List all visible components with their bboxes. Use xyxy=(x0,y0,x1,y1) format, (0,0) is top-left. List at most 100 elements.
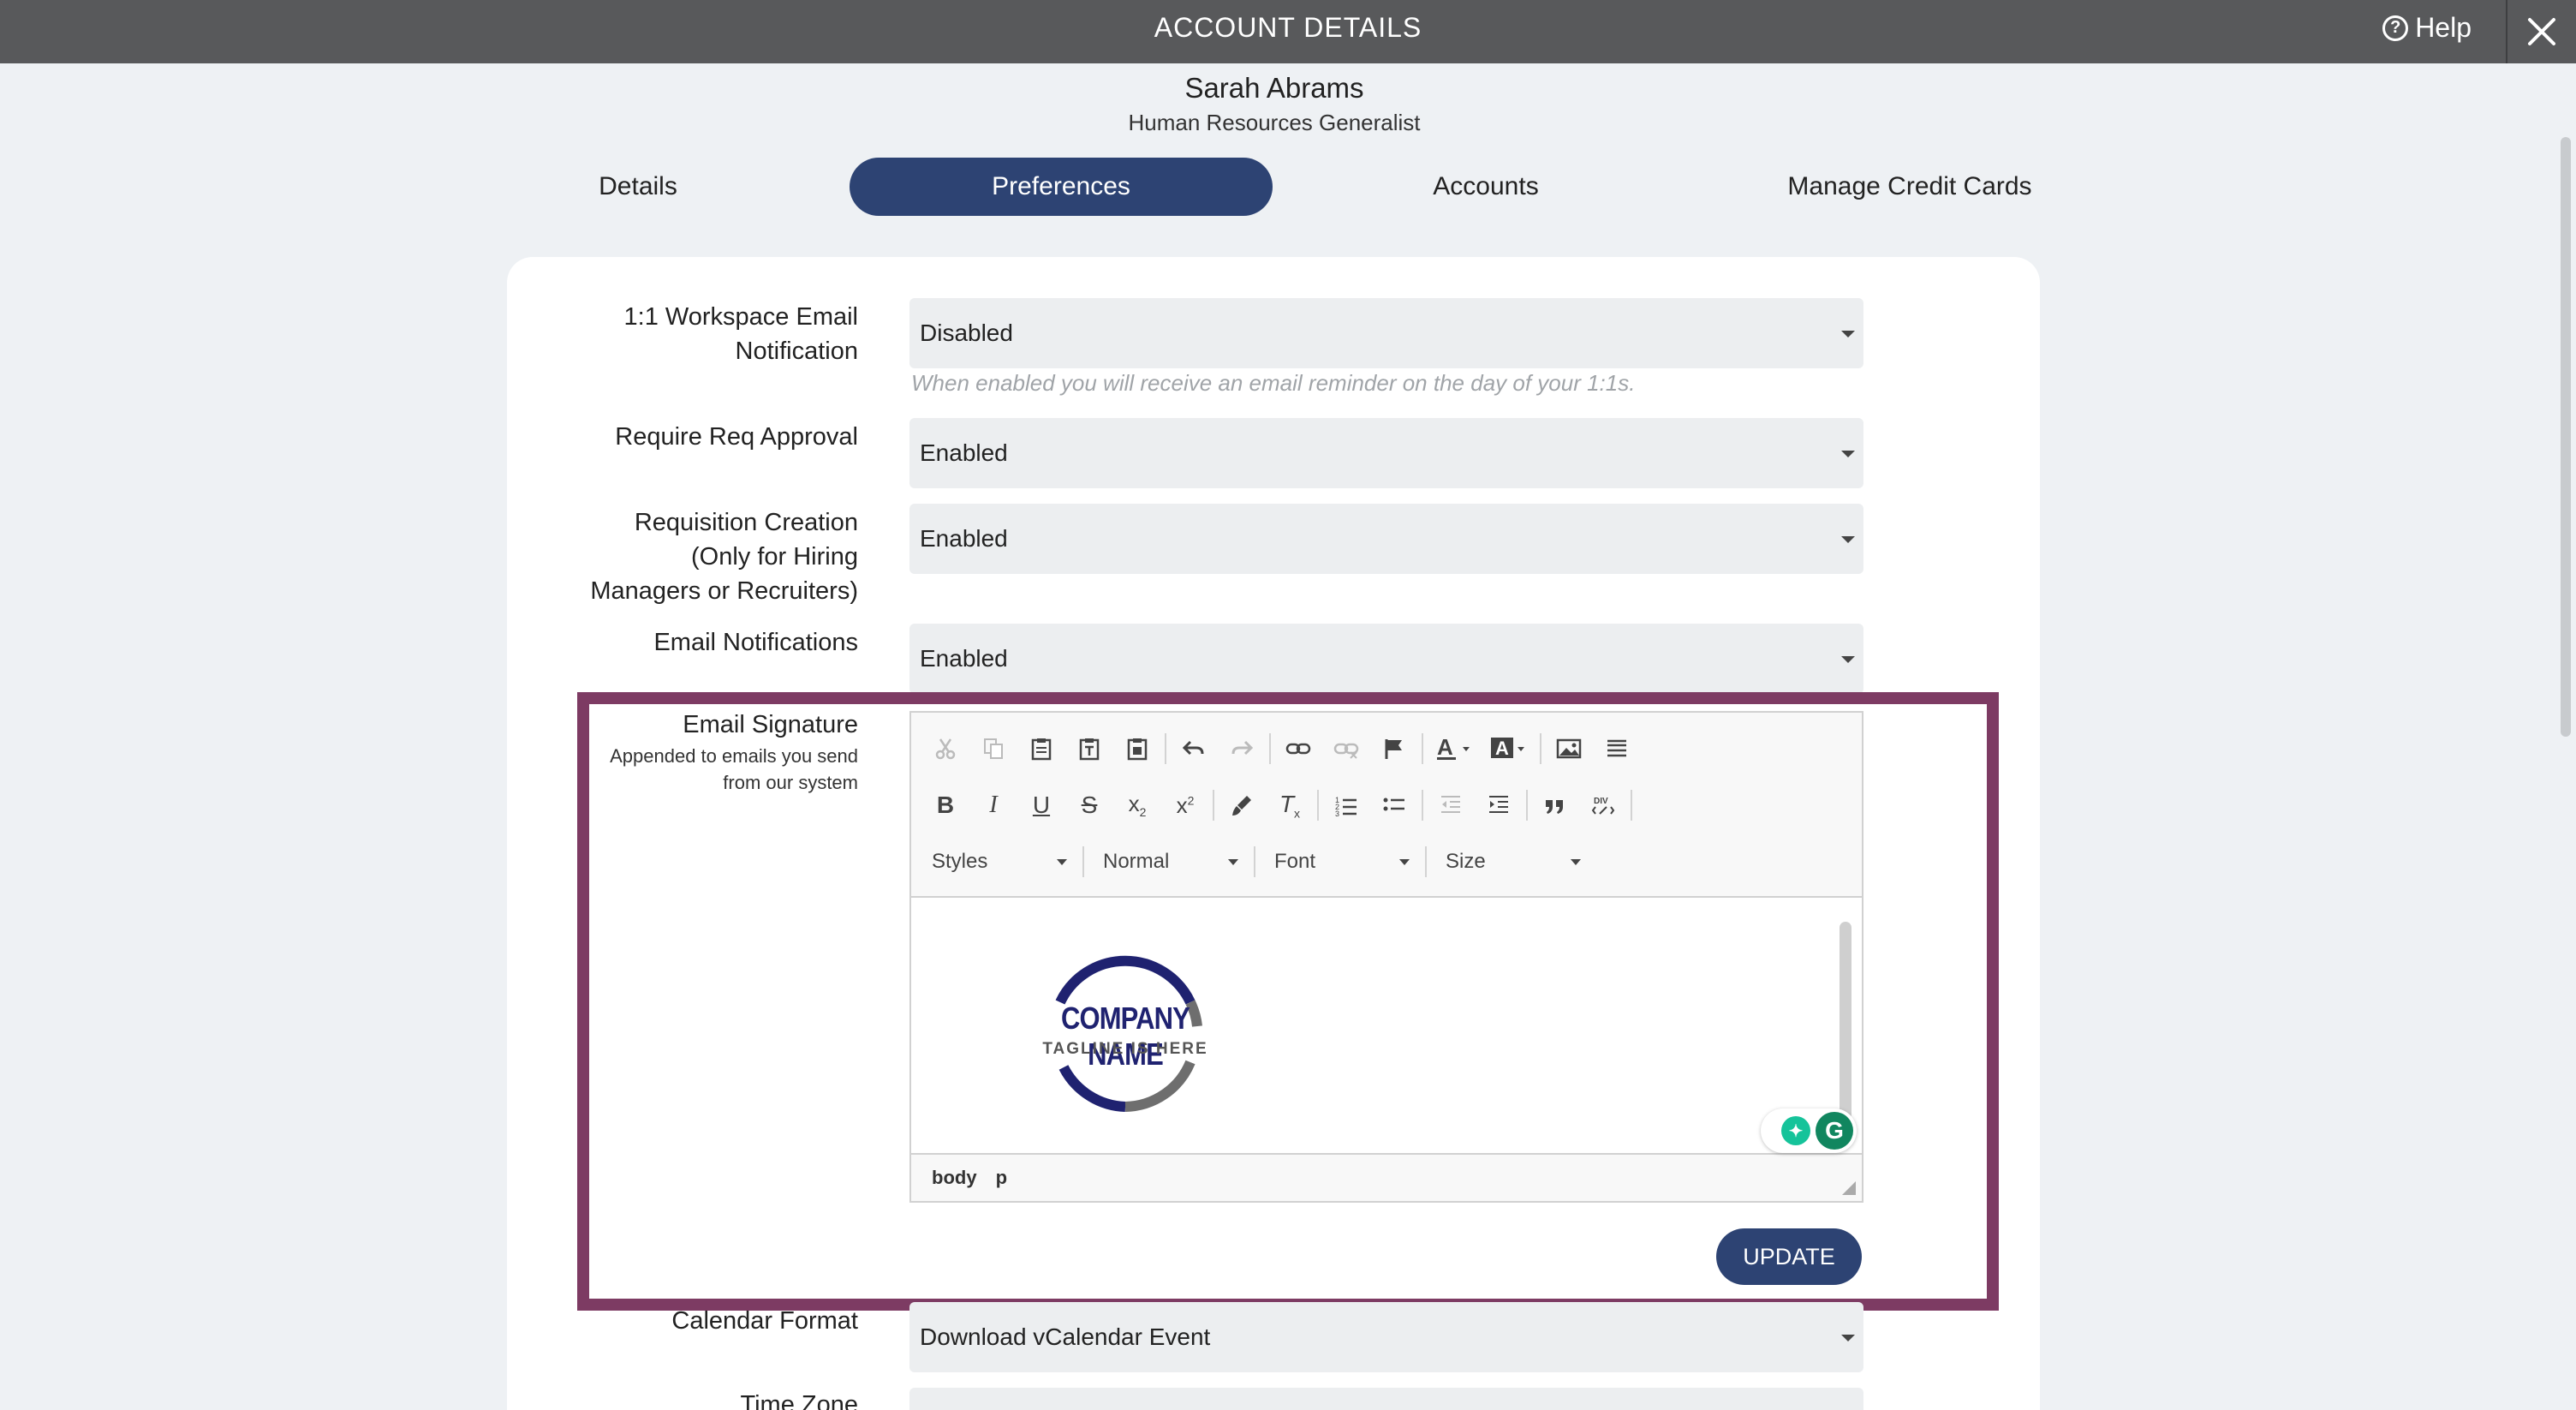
unlink-button[interactable] xyxy=(1322,725,1370,773)
cut-button[interactable] xyxy=(921,725,969,773)
superscript-button[interactable]: x2 xyxy=(1161,781,1209,829)
calendar-format-label: Calendar Format xyxy=(671,1307,858,1335)
signature-content-area[interactable]: COMPANY NAME TAGLINE IS HERE ✦ G xyxy=(911,896,1862,1155)
select-value: Enabled xyxy=(920,525,1008,552)
format-combo[interactable]: Normal xyxy=(1088,838,1250,886)
bold-icon: B xyxy=(936,792,955,818)
div-container-icon: DIV xyxy=(1591,797,1615,815)
toolbar-row: Styles Normal Font Size xyxy=(916,838,1593,886)
company-logo[interactable]: COMPANY NAME TAGLINE IS HERE xyxy=(1023,951,1228,1114)
toolbar-row: A A xyxy=(921,725,1641,773)
requisition-creation-select[interactable]: Enabled xyxy=(909,504,1863,574)
select-value: Enabled xyxy=(920,439,1008,466)
tab-accounts[interactable]: Accounts xyxy=(1379,158,1593,216)
indent-button[interactable] xyxy=(1475,781,1523,829)
path-p[interactable]: p xyxy=(996,1167,1007,1189)
signature-subtitle: from our system xyxy=(723,772,858,793)
toolbar-separator xyxy=(1425,846,1427,877)
font-combo[interactable]: Font xyxy=(1259,838,1422,886)
paste-text-button[interactable] xyxy=(1065,725,1113,773)
grammarly-widget[interactable]: ✦ G xyxy=(1761,1108,1857,1153)
combo-label: Normal xyxy=(1103,850,1170,873)
help-link[interactable]: ? Help xyxy=(2382,12,2472,44)
text-color-button[interactable]: A xyxy=(1427,725,1482,773)
bold-button[interactable]: B xyxy=(921,781,969,829)
clipboard-icon xyxy=(1031,738,1052,761)
tab-manage-credit-cards[interactable]: Manage Credit Cards xyxy=(1764,158,2055,216)
link-icon xyxy=(1285,743,1311,755)
flag-icon xyxy=(1385,739,1402,759)
toolbar-separator xyxy=(1526,790,1528,821)
workspace-email-select[interactable]: Disabled xyxy=(909,298,1863,368)
toolbar-separator xyxy=(1422,733,1423,764)
copy-button[interactable] xyxy=(969,725,1017,773)
time-zone-select[interactable] xyxy=(909,1388,1863,1410)
chevron-down-icon xyxy=(1399,858,1410,865)
label-line: 1:1 Workspace Email xyxy=(623,303,858,331)
toolbar-separator xyxy=(1165,733,1166,764)
editor-scrollbar[interactable] xyxy=(1840,922,1852,1120)
tab-bar: Details Preferences Accounts Manage Cred… xyxy=(0,158,2576,216)
redo-button[interactable] xyxy=(1218,725,1266,773)
resize-handle-icon[interactable] xyxy=(1841,1180,1857,1196)
svg-text:A: A xyxy=(1495,738,1509,759)
paste-word-button[interactable] xyxy=(1113,725,1161,773)
tab-preferences[interactable]: Preferences xyxy=(850,158,1273,216)
signature-title: Email Signature xyxy=(683,711,858,738)
paste-word-icon xyxy=(1127,738,1148,761)
combo-label: Font xyxy=(1274,850,1316,873)
page-scrollbar[interactable] xyxy=(2561,137,2571,737)
label-line: Requisition Creation xyxy=(634,509,858,536)
paste-button[interactable] xyxy=(1017,725,1065,773)
undo-button[interactable] xyxy=(1170,725,1218,773)
subscript-button[interactable]: x2 xyxy=(1113,781,1161,829)
background-color-button[interactable]: A xyxy=(1482,725,1536,773)
top-bar: ACCOUNT DETAILS ? Help xyxy=(0,0,2576,63)
logo-company-name: COMPANY NAME xyxy=(1061,1001,1190,1072)
path-body[interactable]: body xyxy=(932,1167,977,1189)
grammarly-icon[interactable]: G xyxy=(1816,1112,1853,1150)
tab-details[interactable]: Details xyxy=(531,158,745,216)
label-line: Managers or Recruiters) xyxy=(590,577,858,605)
unlink-icon xyxy=(1333,743,1359,759)
size-combo[interactable]: Size xyxy=(1430,838,1593,886)
calendar-format-select[interactable]: Download vCalendar Event xyxy=(909,1302,1863,1372)
close-button[interactable] xyxy=(2506,0,2576,63)
horizontal-line-button[interactable] xyxy=(1593,725,1641,773)
label-line: Notification xyxy=(735,338,858,365)
image-button[interactable] xyxy=(1545,725,1593,773)
scissors-icon xyxy=(935,738,956,760)
email-signature-label: Email Signature Appended to emails you s… xyxy=(610,711,858,796)
time-zone-label: Time Zone xyxy=(740,1391,858,1410)
copy-formatting-button[interactable] xyxy=(1218,781,1266,829)
create-div-button[interactable]: DIV xyxy=(1579,781,1627,829)
requisition-creation-label: Requisition Creation (Only for Hiring Ma… xyxy=(590,505,858,608)
require-req-approval-label: Require Req Approval xyxy=(615,423,858,451)
underline-icon: U xyxy=(1032,792,1051,818)
require-req-approval-select[interactable]: Enabled xyxy=(909,418,1863,488)
select-value: Disabled xyxy=(920,320,1013,346)
chevron-down-icon xyxy=(1228,858,1238,865)
bulleted-list-button[interactable] xyxy=(1370,781,1418,829)
link-button[interactable] xyxy=(1274,725,1322,773)
undo-icon xyxy=(1182,740,1204,756)
toolbar-separator xyxy=(1254,846,1255,877)
paste-text-icon xyxy=(1079,738,1100,761)
styles-combo[interactable]: Styles xyxy=(916,838,1079,886)
update-button[interactable]: UPDATE xyxy=(1716,1228,1862,1285)
numbered-list-button[interactable]: 123 xyxy=(1322,781,1370,829)
lightbulb-icon[interactable]: ✦ xyxy=(1781,1116,1810,1145)
outdent-icon xyxy=(1441,796,1460,813)
select-value: Download vCalendar Event xyxy=(920,1323,1211,1350)
toolbar-separator xyxy=(1082,846,1084,877)
italic-button[interactable]: I xyxy=(969,781,1017,829)
blockquote-button[interactable] xyxy=(1531,781,1579,829)
toolbar-separator xyxy=(1213,790,1214,821)
anchor-button[interactable] xyxy=(1370,725,1418,773)
outdent-button[interactable] xyxy=(1427,781,1475,829)
underline-button[interactable]: U xyxy=(1017,781,1065,829)
email-notifications-select[interactable]: Enabled xyxy=(909,624,1863,694)
remove-format-button[interactable]: Tx xyxy=(1266,781,1314,829)
strikethrough-button[interactable]: S xyxy=(1065,781,1113,829)
user-role: Human Resources Generalist xyxy=(1128,110,1421,135)
